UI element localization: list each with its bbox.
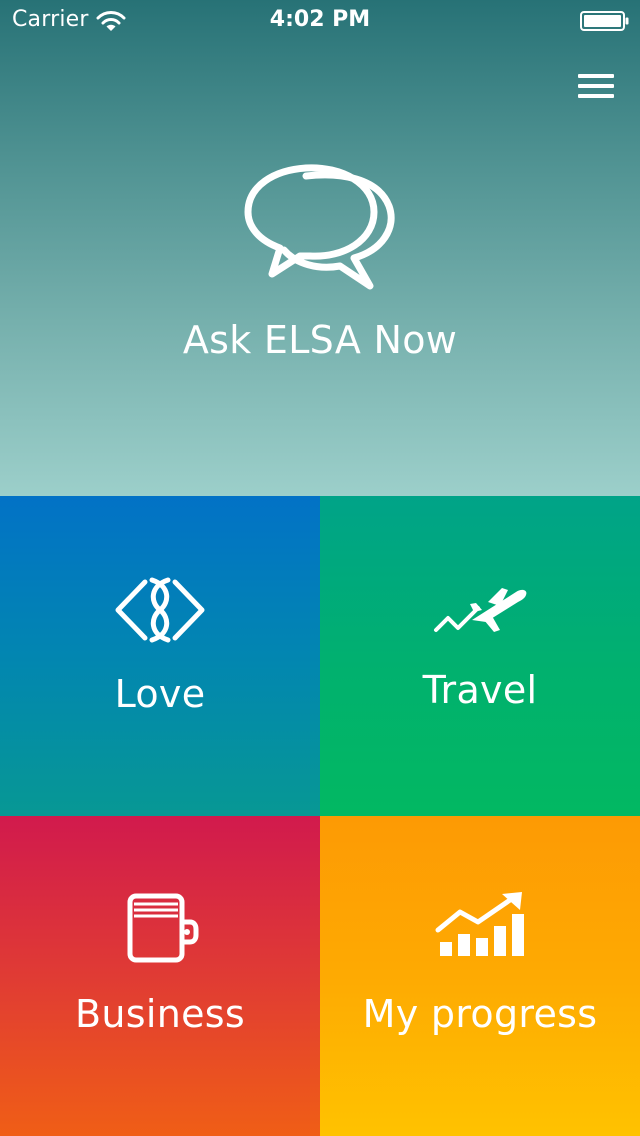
tile-my-progress-label: My progress — [362, 992, 598, 1036]
tile-travel[interactable]: Travel — [320, 496, 640, 816]
hero-section: Carrier 4:02 PM Ask ELSA Now — [0, 0, 640, 496]
airplane-takeoff-icon — [434, 588, 527, 632]
tile-love[interactable]: Love — [0, 496, 320, 816]
wallet-icon — [127, 893, 199, 963]
tile-love-label: Love — [114, 672, 206, 716]
status-time: 4:02 PM — [269, 7, 371, 32]
progress-chart-icon — [435, 892, 524, 956]
tile-business[interactable]: Business — [0, 816, 320, 1136]
hero-label: Ask ELSA Now — [182, 318, 458, 362]
tile-business-label: Business — [75, 992, 245, 1036]
battery-icon — [580, 11, 629, 31]
menu-button[interactable] — [572, 68, 620, 104]
tile-travel-label: Travel — [422, 668, 538, 712]
infinity-diamond-icon — [115, 577, 205, 643]
tile-my-progress[interactable]: My progress — [320, 816, 640, 1136]
ask-elsa-button[interactable]: Ask ELSA Now — [120, 150, 520, 380]
chat-bubbles-icon — [244, 164, 395, 290]
status-bar: Carrier 4:02 PM — [0, 0, 640, 40]
hamburger-menu-icon — [578, 74, 614, 78]
app-screen: Carrier 4:02 PM Ask ELSA Now Love Travel… — [0, 0, 640, 1136]
